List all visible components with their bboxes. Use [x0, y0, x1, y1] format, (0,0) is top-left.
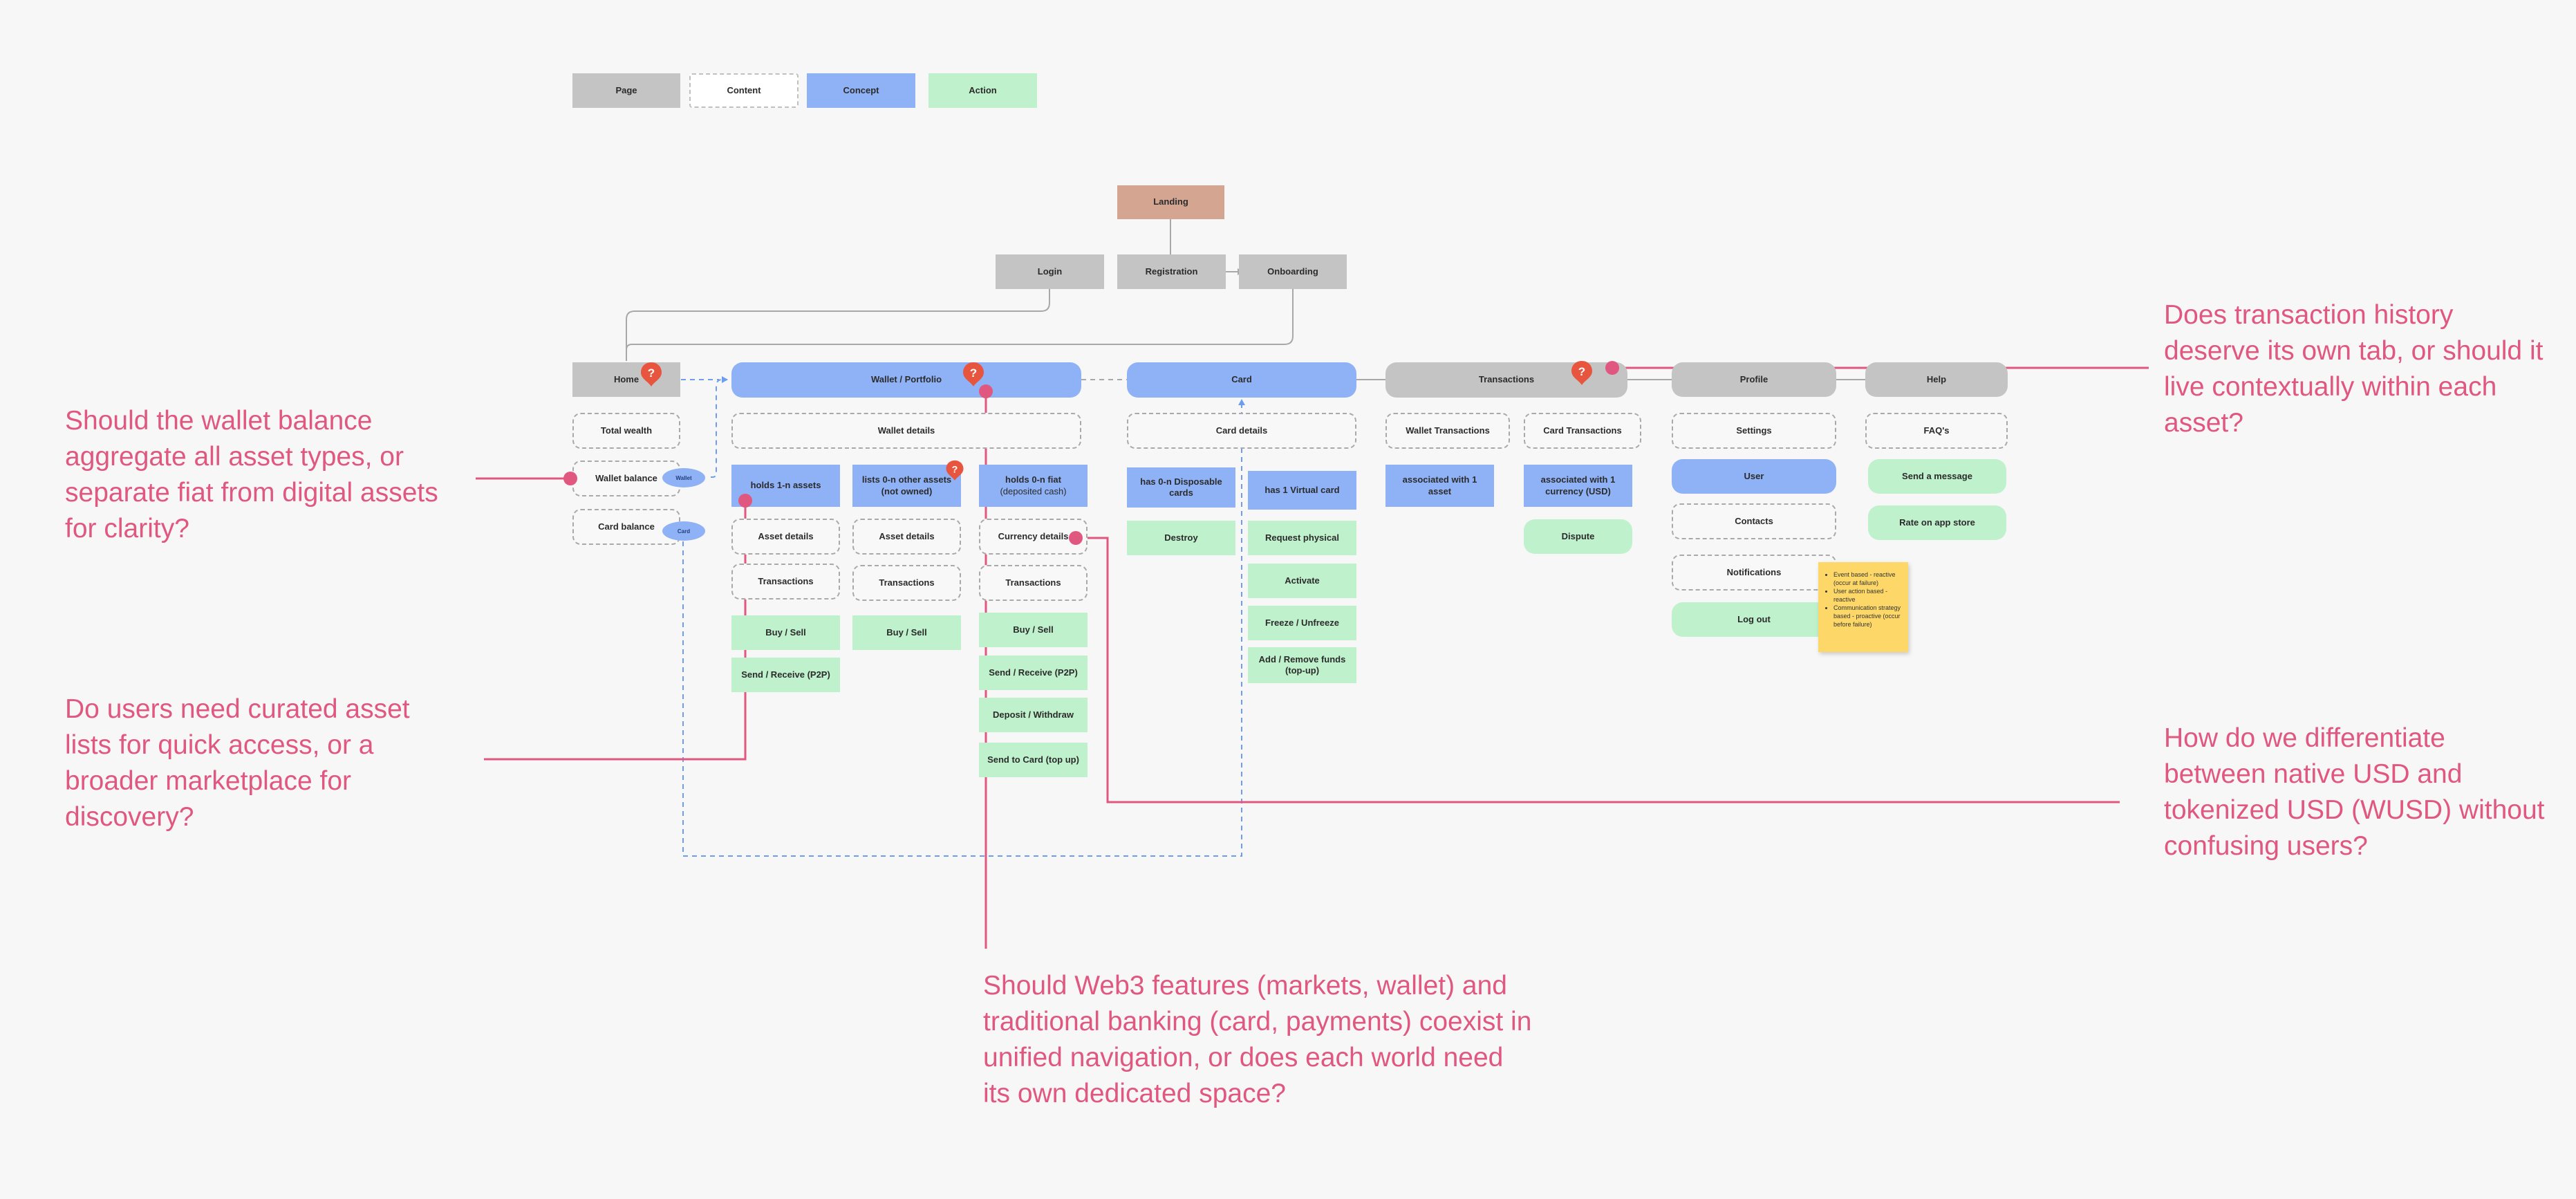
- node-profile: Profile: [1672, 362, 1836, 397]
- node-registration: Registration: [1117, 254, 1226, 289]
- node-deposit-withdraw: Deposit / Withdraw: [979, 698, 1088, 732]
- wallet-link-pill: Wallet: [662, 468, 705, 487]
- node-total-wealth: Total wealth: [572, 413, 680, 449]
- node-rate-app: Rate on app store: [1868, 505, 2006, 540]
- node-send-receive-1: Send / Receive (P2P): [731, 658, 840, 692]
- node-wallet-portfolio: Wallet / Portfolio: [731, 362, 1081, 398]
- node-wallet-details: Wallet details: [731, 413, 1081, 449]
- question-web3-navigation: Should Web3 features (markets, wallet) a…: [983, 971, 1532, 1108]
- node-asset-details-1: Asset details: [731, 519, 840, 555]
- node-card-transactions: Card Transactions: [1524, 413, 1641, 449]
- svg-text:?: ?: [648, 366, 655, 380]
- node-request-physical: Request physical: [1248, 521, 1356, 555]
- node-disposable-cards: has 0-n Disposable cards: [1127, 467, 1235, 508]
- annotation-dot-icon: [979, 384, 993, 398]
- question-wallet-balance: Should the wallet balance aggregate all …: [65, 406, 438, 543]
- node-freeze: Freeze / Unfreeze: [1248, 606, 1356, 640]
- node-notifications: Notifications: [1672, 555, 1836, 591]
- holds-fiat-subtitle: (deposited cash): [1000, 485, 1067, 496]
- annotation-dot-icon: [563, 472, 577, 485]
- node-transactions-1: Transactions: [731, 564, 840, 600]
- node-send-to-card: Send to Card (top up): [979, 743, 1088, 777]
- question-pin-icon: ?: [1571, 361, 1592, 385]
- question-curated-lists: Do users need curated asset lists for qu…: [65, 694, 410, 832]
- node-add-remove-funds: Add / Remove funds (top-up): [1248, 647, 1356, 683]
- node-card-details: Card details: [1127, 413, 1356, 449]
- sticky-note-item: Event based - reactive (occur at failure…: [1833, 570, 1901, 587]
- node-asset-details-2: Asset details: [852, 519, 961, 555]
- question-usd-wusd: How do we differentiate between native U…: [2164, 723, 2545, 861]
- node-user: User: [1672, 459, 1836, 494]
- node-card: Card: [1127, 362, 1356, 398]
- question-pin-icon: ?: [641, 362, 662, 387]
- question-pin-icon: ?: [963, 362, 984, 387]
- svg-text:?: ?: [1578, 365, 1585, 378]
- node-virtual-card: has 1 Virtual card: [1248, 471, 1356, 510]
- node-log-out: Log out: [1672, 602, 1836, 637]
- node-send-receive-3: Send / Receive (P2P): [979, 656, 1088, 690]
- node-faqs: FAQ's: [1865, 413, 2008, 449]
- question-pin-icon: ?: [946, 460, 964, 481]
- annotation-dot-icon: [1605, 361, 1619, 375]
- node-contacts: Contacts: [1672, 503, 1836, 539]
- connector-onboarding-home: [626, 289, 1294, 351]
- node-landing: Landing: [1117, 185, 1224, 219]
- holds-fiat-title: holds 0-n fiat: [1005, 474, 1061, 485]
- svg-text:?: ?: [970, 366, 977, 380]
- node-wallet-transactions: Wallet Transactions: [1385, 413, 1510, 449]
- diagram-canvas: Page Content Concept Action Landing Logi…: [0, 0, 2576, 1199]
- legend-page: Page: [572, 73, 680, 108]
- annotation-dot-icon: [738, 494, 752, 508]
- question-transaction-history: Does transaction history deserve its own…: [2164, 300, 2544, 438]
- node-send-message: Send a message: [1868, 459, 2006, 494]
- card-link-pill: Card: [662, 521, 705, 541]
- legend-action: Action: [928, 73, 1037, 108]
- node-settings: Settings: [1672, 413, 1836, 449]
- legend-content: Content: [689, 73, 799, 108]
- annotation-dot-icon: [1069, 531, 1083, 545]
- node-buy-sell-2: Buy / Sell: [852, 615, 961, 650]
- sticky-note: Event based - reactive (occur at failure…: [1818, 562, 1908, 652]
- node-buy-sell-1: Buy / Sell: [731, 615, 840, 650]
- node-transactions-3: Transactions: [979, 565, 1088, 601]
- node-home: Home: [572, 362, 680, 397]
- node-holds-fiat: holds 0-n fiat (deposited cash): [979, 465, 1088, 507]
- annotation-line-usd: [1077, 537, 2120, 803]
- node-activate: Activate: [1248, 564, 1356, 598]
- arrowhead-card: [1238, 399, 1245, 405]
- legend-concept: Concept: [807, 73, 915, 108]
- node-associated-asset: associated with 1 asset: [1385, 465, 1494, 507]
- node-transactions-2: Transactions: [852, 565, 961, 601]
- svg-text:?: ?: [952, 464, 958, 475]
- arrowhead-wallet: [722, 376, 728, 383]
- connector-login-home: [626, 289, 1050, 361]
- connector-wallet-pill: [711, 379, 727, 478]
- node-dispute: Dispute: [1524, 519, 1632, 554]
- node-associated-currency: associated with 1 currency (USD): [1524, 465, 1632, 507]
- node-login: Login: [996, 254, 1104, 289]
- sticky-note-item: User action based - reactive: [1833, 587, 1901, 604]
- node-destroy: Destroy: [1127, 521, 1235, 555]
- node-help: Help: [1865, 362, 2008, 397]
- node-buy-sell-3: Buy / Sell: [979, 613, 1088, 647]
- sticky-note-item: Communication strategy based - proactive…: [1833, 604, 1901, 629]
- node-onboarding: Onboarding: [1239, 254, 1347, 289]
